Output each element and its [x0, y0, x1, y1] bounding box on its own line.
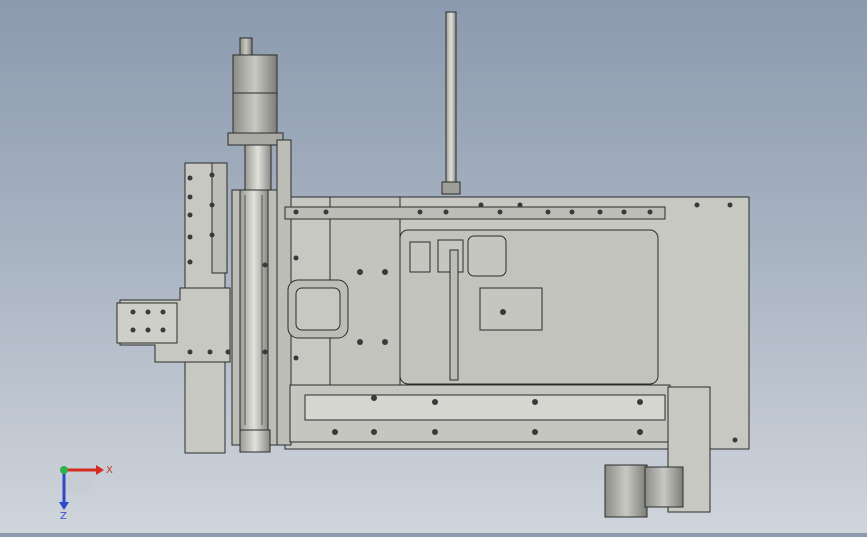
vertical-motor — [232, 54, 278, 94]
cad-viewport[interactable]: X Z — [0, 0, 867, 533]
x-axis-label: X — [106, 465, 113, 476]
y-axis-icon — [60, 466, 68, 474]
assembly-drawing[interactable] — [0, 0, 867, 533]
vertical-rod — [445, 11, 457, 193]
horizontal-motor — [604, 464, 648, 518]
axis-triad: X Z — [44, 450, 124, 522]
top-rail — [284, 206, 666, 220]
vertical-motor-shaft — [239, 37, 253, 57]
bottom-coupling — [239, 429, 271, 453]
sensor-bracket — [479, 287, 543, 331]
z-axis-label: Z — [60, 511, 67, 520]
